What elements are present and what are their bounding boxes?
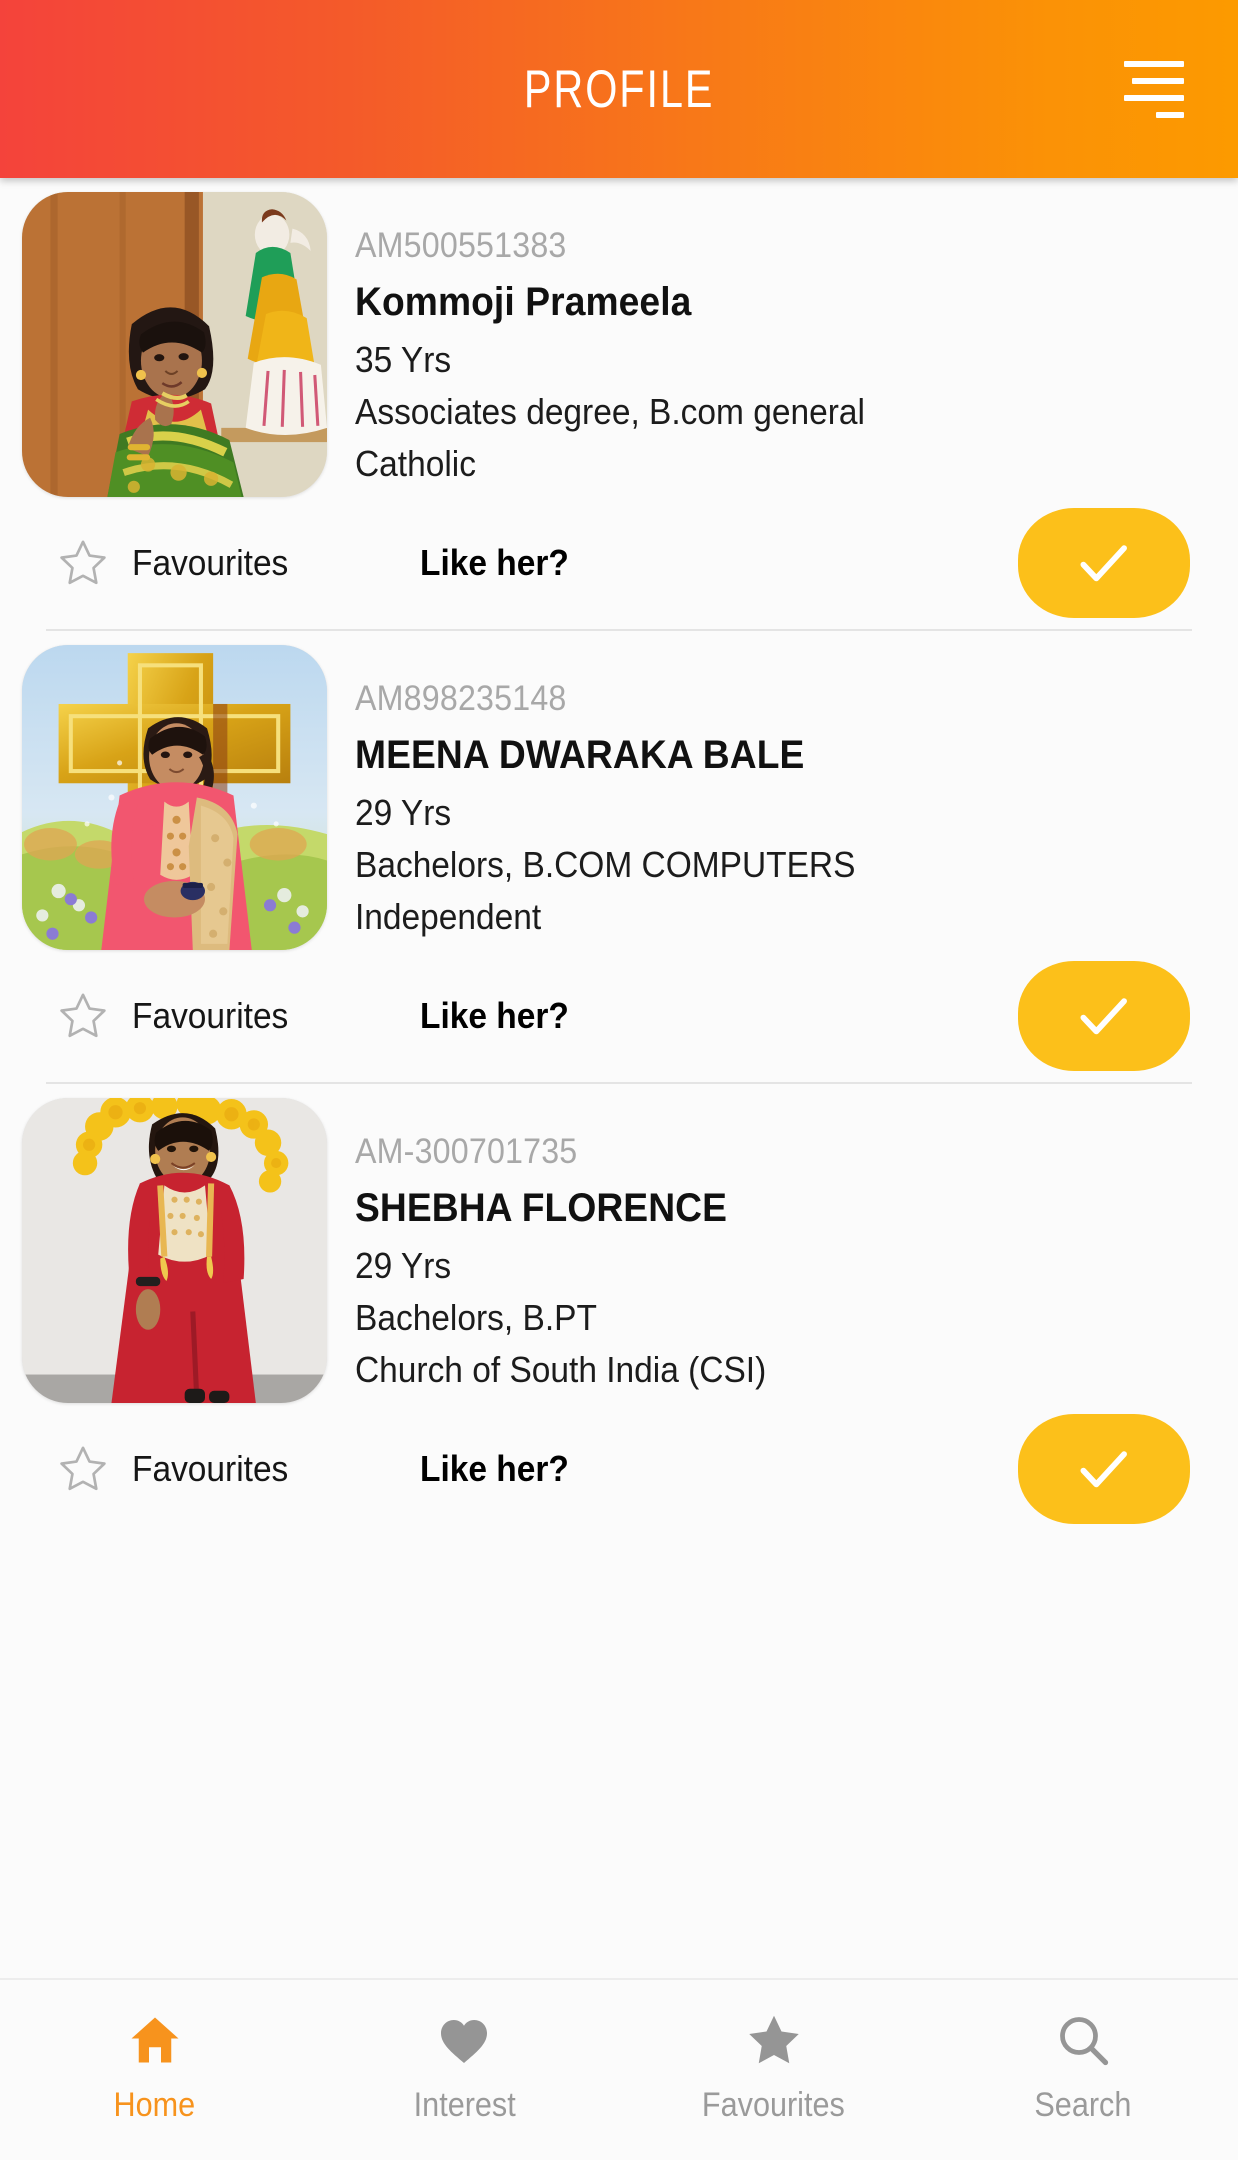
profile-religion: Independent bbox=[355, 896, 542, 937]
star-outline-icon bbox=[60, 540, 106, 585]
profile-education: Bachelors, B.PT bbox=[355, 1297, 597, 1338]
like-confirm-button[interactable] bbox=[1018, 508, 1190, 618]
profile-age: 35 Yrs bbox=[355, 339, 452, 380]
nav-item-home[interactable]: Home bbox=[0, 2010, 310, 2125]
star-outline-icon bbox=[60, 1446, 106, 1491]
nav-item-favourites[interactable]: Favourites bbox=[619, 2010, 929, 2125]
star-outline-icon bbox=[60, 993, 106, 1038]
profile-card[interactable]: AM500551383 Kommoji Prameela 35 Yrs Asso… bbox=[0, 178, 1238, 631]
menu-line bbox=[1156, 111, 1184, 118]
menu-line bbox=[1124, 60, 1184, 67]
hamburger-menu-icon[interactable] bbox=[1124, 56, 1202, 122]
profile-info: AM898235148 MEENA DWARAKA BALE 29 Yrs Ba… bbox=[327, 645, 1238, 948]
profile-name: Kommoji Prameela bbox=[355, 280, 692, 324]
profile-actions: Favourites Like her? bbox=[0, 497, 1238, 629]
bottom-navigation: Home Interest Favourites Search bbox=[0, 1978, 1238, 2160]
profile-religion: Church of South India (CSI) bbox=[355, 1349, 767, 1390]
favourites-label: Favourites bbox=[132, 542, 289, 583]
menu-line bbox=[1132, 77, 1184, 84]
profile-age: 29 Yrs bbox=[355, 792, 452, 833]
home-icon bbox=[131, 2017, 179, 2063]
like-prompt: Like her? bbox=[420, 542, 569, 583]
nav-label-search: Search bbox=[1034, 2086, 1132, 2124]
favourites-button[interactable]: Favourites bbox=[56, 1442, 300, 1496]
favourites-label: Favourites bbox=[132, 995, 289, 1036]
profile-photo[interactable] bbox=[22, 645, 327, 950]
favourites-label: Favourites bbox=[132, 1448, 289, 1489]
profile-card-body[interactable]: AM-300701735 SHEBHA FLORENCE 29 Yrs Bach… bbox=[0, 1084, 1238, 1403]
profile-info: AM500551383 Kommoji Prameela 35 Yrs Asso… bbox=[327, 192, 1238, 495]
heart-icon bbox=[441, 2020, 488, 2063]
profile-card[interactable]: AM-300701735 SHEBHA FLORENCE 29 Yrs Bach… bbox=[0, 1084, 1238, 1535]
search-icon bbox=[1060, 2017, 1109, 2066]
profile-age: 29 Yrs bbox=[355, 1245, 452, 1286]
photo-artwork bbox=[22, 645, 327, 950]
like-confirm-button[interactable] bbox=[1018, 1414, 1190, 1524]
app-header: PROFILE bbox=[0, 0, 1238, 178]
page-title: PROFILE bbox=[523, 59, 715, 119]
profile-card-body[interactable]: AM898235148 MEENA DWARAKA BALE 29 Yrs Ba… bbox=[0, 631, 1238, 950]
profile-card-body[interactable]: AM500551383 Kommoji Prameela 35 Yrs Asso… bbox=[0, 178, 1238, 497]
nav-label-interest: Interest bbox=[413, 2086, 516, 2124]
profile-education: Associates degree, B.com general bbox=[355, 391, 865, 432]
check-icon bbox=[1080, 998, 1127, 1035]
profile-religion: Catholic bbox=[355, 443, 476, 484]
profile-actions: Favourites Like her? bbox=[0, 1403, 1238, 1535]
photo-artwork bbox=[22, 1098, 327, 1403]
profile-list[interactable]: AM500551383 Kommoji Prameela 35 Yrs Asso… bbox=[0, 178, 1238, 1978]
nav-item-interest[interactable]: Interest bbox=[310, 2010, 620, 2125]
like-confirm-button[interactable] bbox=[1018, 961, 1190, 1071]
star-icon bbox=[749, 2015, 799, 2064]
check-icon bbox=[1080, 545, 1127, 582]
like-prompt: Like her? bbox=[420, 1448, 569, 1489]
profile-id: AM-300701735 bbox=[355, 1132, 578, 1171]
profile-photo[interactable] bbox=[22, 1098, 327, 1403]
check-icon bbox=[1080, 1451, 1127, 1488]
menu-line bbox=[1124, 94, 1184, 101]
nav-label-home: Home bbox=[113, 2086, 196, 2124]
profile-id: AM898235148 bbox=[355, 679, 567, 718]
nav-item-search[interactable]: Search bbox=[929, 2010, 1238, 2125]
profile-card[interactable]: AM898235148 MEENA DWARAKA BALE 29 Yrs Ba… bbox=[0, 631, 1238, 1084]
favourites-button[interactable]: Favourites bbox=[56, 536, 300, 590]
like-prompt: Like her? bbox=[420, 995, 569, 1036]
profile-education: Bachelors, B.COM COMPUTERS bbox=[355, 844, 856, 885]
favourites-button[interactable]: Favourites bbox=[56, 989, 300, 1043]
nav-label-favourites: Favourites bbox=[702, 2086, 846, 2124]
profile-name: SHEBHA FLORENCE bbox=[355, 1186, 728, 1230]
photo-artwork bbox=[22, 192, 327, 497]
profile-photo[interactable] bbox=[22, 192, 327, 497]
profile-id: AM500551383 bbox=[355, 226, 567, 265]
profile-name: MEENA DWARAKA BALE bbox=[355, 733, 805, 777]
profile-actions: Favourites Like her? bbox=[0, 950, 1238, 1082]
profile-screen: PROFILE AM500551383 Kommoji Prameela 35 … bbox=[0, 0, 1238, 2160]
profile-info: AM-300701735 SHEBHA FLORENCE 29 Yrs Bach… bbox=[327, 1098, 1238, 1401]
